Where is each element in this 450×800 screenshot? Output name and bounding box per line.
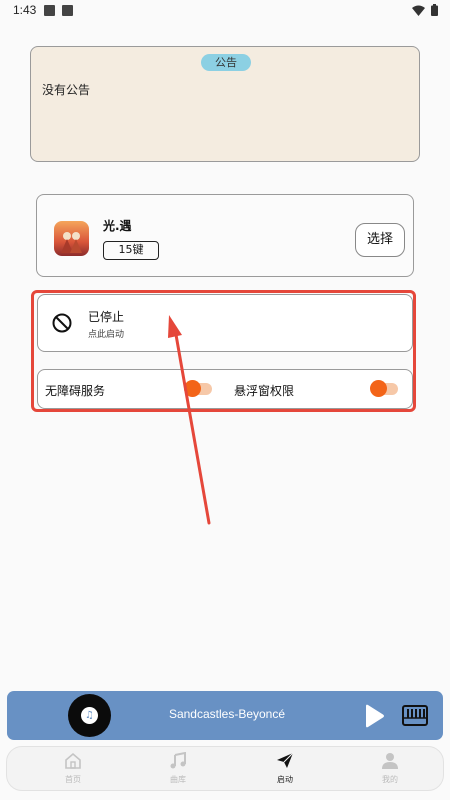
status-bar: 1:43: [0, 0, 450, 22]
overlay-permission-label: 悬浮窗权限: [234, 384, 295, 398]
service-status-card[interactable]: 已停止 点此启动: [37, 294, 413, 352]
nav-label-profile: 我的: [382, 775, 398, 784]
game-avatar: [54, 221, 89, 256]
piano-keyboard-icon[interactable]: [402, 705, 428, 726]
status-time: 1:43: [13, 3, 37, 17]
stop-icon: [52, 313, 72, 333]
battery-icon: [431, 4, 438, 16]
song-title: Sandcastles-Beyoncé: [168, 707, 286, 721]
wifi-icon: [412, 5, 425, 16]
game-name: 光.遇: [103, 219, 132, 233]
status-indicators: [412, 4, 438, 16]
music-player-bar[interactable]: ♫ Sandcastles-Beyoncé: [7, 691, 443, 740]
album-disc[interactable]: ♫: [68, 694, 111, 737]
notification-icon: [44, 5, 55, 16]
person-icon: [382, 753, 398, 769]
annotation-arrow: [168, 315, 211, 525]
nav-item-launch[interactable]: 启动: [255, 752, 315, 785]
service-status-subtitle: 点此启动: [88, 330, 125, 340]
service-status-title: 已停止: [88, 310, 125, 324]
game-card: 光.遇 15键 选择: [36, 194, 414, 277]
notice-badge: 公告: [201, 54, 251, 71]
notification-icon: [62, 5, 73, 16]
music-note-icon: ♫: [81, 707, 98, 724]
select-button[interactable]: 选择: [355, 223, 405, 257]
nav-label-launch: 启动: [277, 775, 293, 784]
notice-text: 没有公告: [42, 83, 91, 97]
home-icon: [65, 752, 81, 769]
key-count-badge: 15键: [103, 241, 159, 260]
nav-item-library[interactable]: 曲库: [148, 751, 208, 785]
nav-label-home: 首页: [65, 775, 81, 784]
bottom-navigation: 首页 曲库 启动 我的: [6, 746, 444, 791]
nav-item-home[interactable]: 首页: [43, 752, 103, 785]
overlay-permission-toggle[interactable]: [370, 380, 398, 397]
accessibility-service-label: 无障碍服务: [45, 384, 106, 398]
permissions-card: 无障碍服务 悬浮窗权限: [37, 369, 413, 409]
play-icon[interactable]: [363, 704, 385, 728]
nav-label-library: 曲库: [170, 775, 186, 784]
music-note-icon: [170, 751, 186, 769]
nav-item-profile[interactable]: 我的: [360, 752, 420, 785]
paper-plane-icon: [277, 752, 294, 768]
notice-card: 公告 没有公告: [30, 46, 420, 162]
